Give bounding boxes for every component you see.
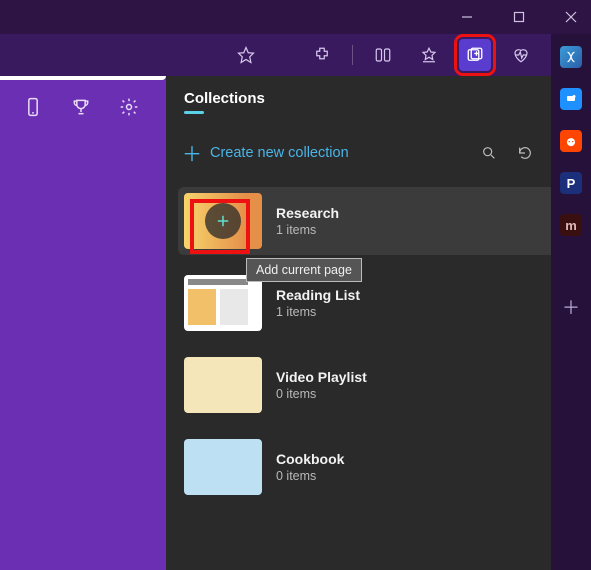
collection-count: 1 items: [276, 305, 360, 319]
extensions-icon[interactable]: [306, 39, 338, 71]
panel-title: Collections: [184, 90, 549, 107]
browser-toolbar: ⋯: [0, 34, 591, 76]
collection-count: 0 items: [276, 387, 367, 401]
create-collection-label: Create new collection: [210, 145, 467, 161]
collection-card[interactable]: Reading List 1 items: [178, 269, 579, 337]
collections-panel: Collections ＋ Create new collection ⋯ Re…: [166, 76, 591, 570]
close-button[interactable]: [557, 3, 585, 31]
favorite-star-icon[interactable]: [230, 39, 262, 71]
toolbar-separator: [352, 45, 353, 65]
collection-thumbnail: [184, 357, 262, 413]
collection-card[interactable]: Cookbook 0 items: [178, 433, 579, 501]
collection-thumbnail: [184, 275, 262, 331]
collection-title: Cookbook: [276, 451, 344, 467]
health-icon[interactable]: [505, 39, 537, 71]
collection-title: Reading List: [276, 287, 360, 303]
page-tab-edge: [0, 76, 166, 80]
collection-count: 0 items: [276, 469, 344, 483]
reddit-icon[interactable]: [560, 130, 582, 152]
create-collection-row[interactable]: ＋ Create new collection ⋯: [166, 124, 591, 181]
collection-count: 1 items: [276, 223, 339, 237]
settings-gear-icon[interactable]: [118, 96, 140, 118]
collection-card[interactable]: Research1 items⋯: [178, 187, 579, 255]
minimize-button[interactable]: [453, 3, 481, 31]
plus-icon: ＋: [182, 138, 202, 167]
collections-list: Research1 items⋯Reading List1 itemsVideo…: [166, 181, 591, 507]
collection-card[interactable]: Video Playlist 0 items: [178, 351, 579, 419]
panel-underline: [184, 111, 204, 114]
add-page-tooltip: Add current page: [246, 258, 362, 282]
favorites-icon[interactable]: [413, 39, 445, 71]
chat-icon[interactable]: [560, 88, 582, 110]
refresh-icon[interactable]: [511, 145, 539, 161]
trophy-icon[interactable]: [70, 96, 92, 118]
page-background: [0, 76, 166, 570]
collection-thumbnail: [184, 439, 262, 495]
paypal-icon[interactable]: P: [560, 172, 582, 194]
split-screen-icon[interactable]: [367, 39, 399, 71]
collection-title: Research: [276, 205, 339, 221]
search-icon[interactable]: [475, 145, 503, 161]
add-page-button[interactable]: [205, 203, 241, 239]
m-app-icon[interactable]: m: [560, 214, 582, 236]
collections-button[interactable]: [459, 39, 491, 71]
collection-title: Video Playlist: [276, 369, 367, 385]
sidebar-rail: P m ＋: [551, 34, 591, 570]
maximize-button[interactable]: [505, 3, 533, 31]
collection-thumbnail: [184, 193, 262, 249]
add-sidebar-icon[interactable]: ＋: [562, 294, 580, 320]
phone-icon[interactable]: [22, 96, 44, 118]
window-titlebar: [0, 0, 591, 34]
copilot-icon[interactable]: [560, 46, 582, 68]
